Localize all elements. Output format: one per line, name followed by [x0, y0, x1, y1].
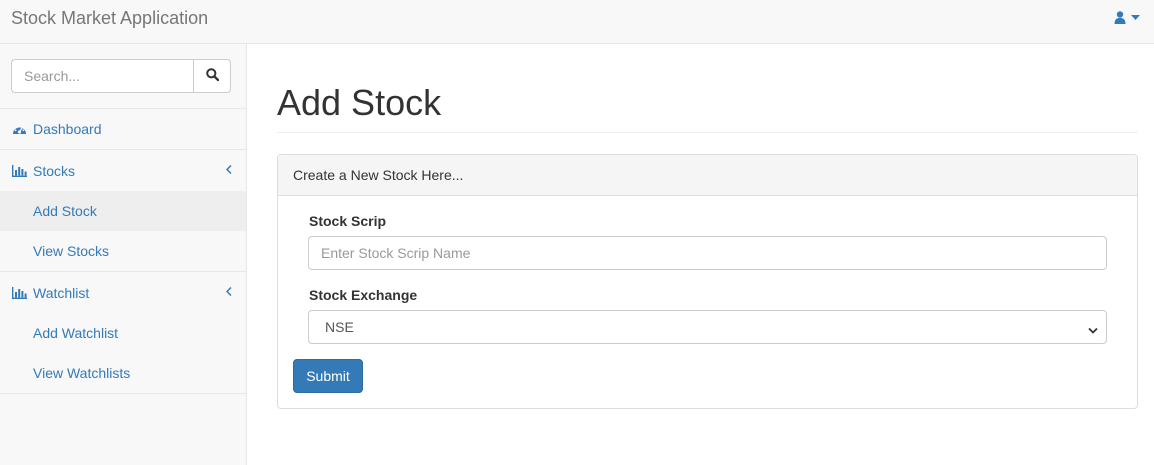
sidebar-item-label: Stocks [33, 162, 76, 179]
sidebar-item-label: Watchlist [33, 284, 90, 301]
watchlist-group: Watchlist Add Watchlist View Watchlists [0, 272, 246, 394]
chevron-left-icon [225, 284, 232, 299]
caret-down-icon [1131, 14, 1140, 21]
stock-exchange-label: Stock Exchange [309, 287, 418, 303]
sidebar-search [11, 59, 231, 93]
title-divider [277, 132, 1138, 133]
sidebar-subitem-add-watchlist[interactable]: Add Watchlist [0, 313, 246, 353]
panel-heading: Create a New Stock Here... [278, 155, 1137, 196]
stocks-group: Stocks Add Stock View Stocks [0, 150, 246, 272]
dashboard-icon [12, 123, 27, 135]
sidebar-subitem-view-stocks[interactable]: View Stocks [0, 231, 246, 271]
app-brand[interactable]: Stock Market Application [11, 8, 208, 28]
main-content: Add Stock Create a New Stock Here... Sto… [247, 44, 1154, 465]
user-icon [1114, 11, 1126, 24]
sidebar-item-stocks[interactable]: Stocks [0, 150, 246, 191]
sidebar: Dashboard Stocks Add Stock View Stocks W… [0, 44, 247, 465]
stock-scrip-input[interactable] [308, 236, 1107, 270]
bar-chart-icon [12, 286, 27, 299]
sidebar-item-watchlist[interactable]: Watchlist [0, 272, 246, 313]
sidebar-nav: Dashboard Stocks Add Stock View Stocks W… [0, 108, 246, 394]
page-title: Add Stock [277, 82, 442, 123]
chevron-down-icon [1088, 322, 1098, 338]
sidebar-item-label: Dashboard [33, 121, 102, 137]
stock-scrip-label: Stock Scrip [309, 213, 387, 229]
sidebar-subitem-view-watchlists[interactable]: View Watchlists [0, 353, 246, 393]
user-menu-toggle[interactable] [1114, 11, 1140, 24]
search-icon [205, 68, 219, 84]
sidebar-subitem-add-stock[interactable]: Add Stock [0, 191, 246, 231]
stock-exchange-select[interactable]: NSE [308, 310, 1107, 344]
top-navbar: Stock Market Application [0, 0, 1154, 44]
add-stock-panel: Create a New Stock Here... Stock Scrip S… [277, 154, 1138, 409]
chevron-left-icon [225, 162, 232, 177]
search-input[interactable] [11, 59, 193, 93]
bar-chart-icon [12, 164, 27, 177]
sidebar-item-dashboard[interactable]: Dashboard [0, 109, 246, 150]
select-value: NSE [325, 319, 354, 335]
submit-button[interactable]: Submit [293, 359, 363, 393]
search-button[interactable] [193, 59, 231, 93]
